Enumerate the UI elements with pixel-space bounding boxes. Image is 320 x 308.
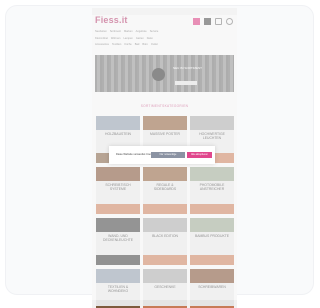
accept-all-button[interactable]: Alle akzeptieren — [187, 152, 212, 158]
cookie-banner: Diese Website verwendet Cookies. Nur not… — [109, 146, 215, 164]
necessary-only-button[interactable]: Nur notwendige — [151, 152, 185, 158]
